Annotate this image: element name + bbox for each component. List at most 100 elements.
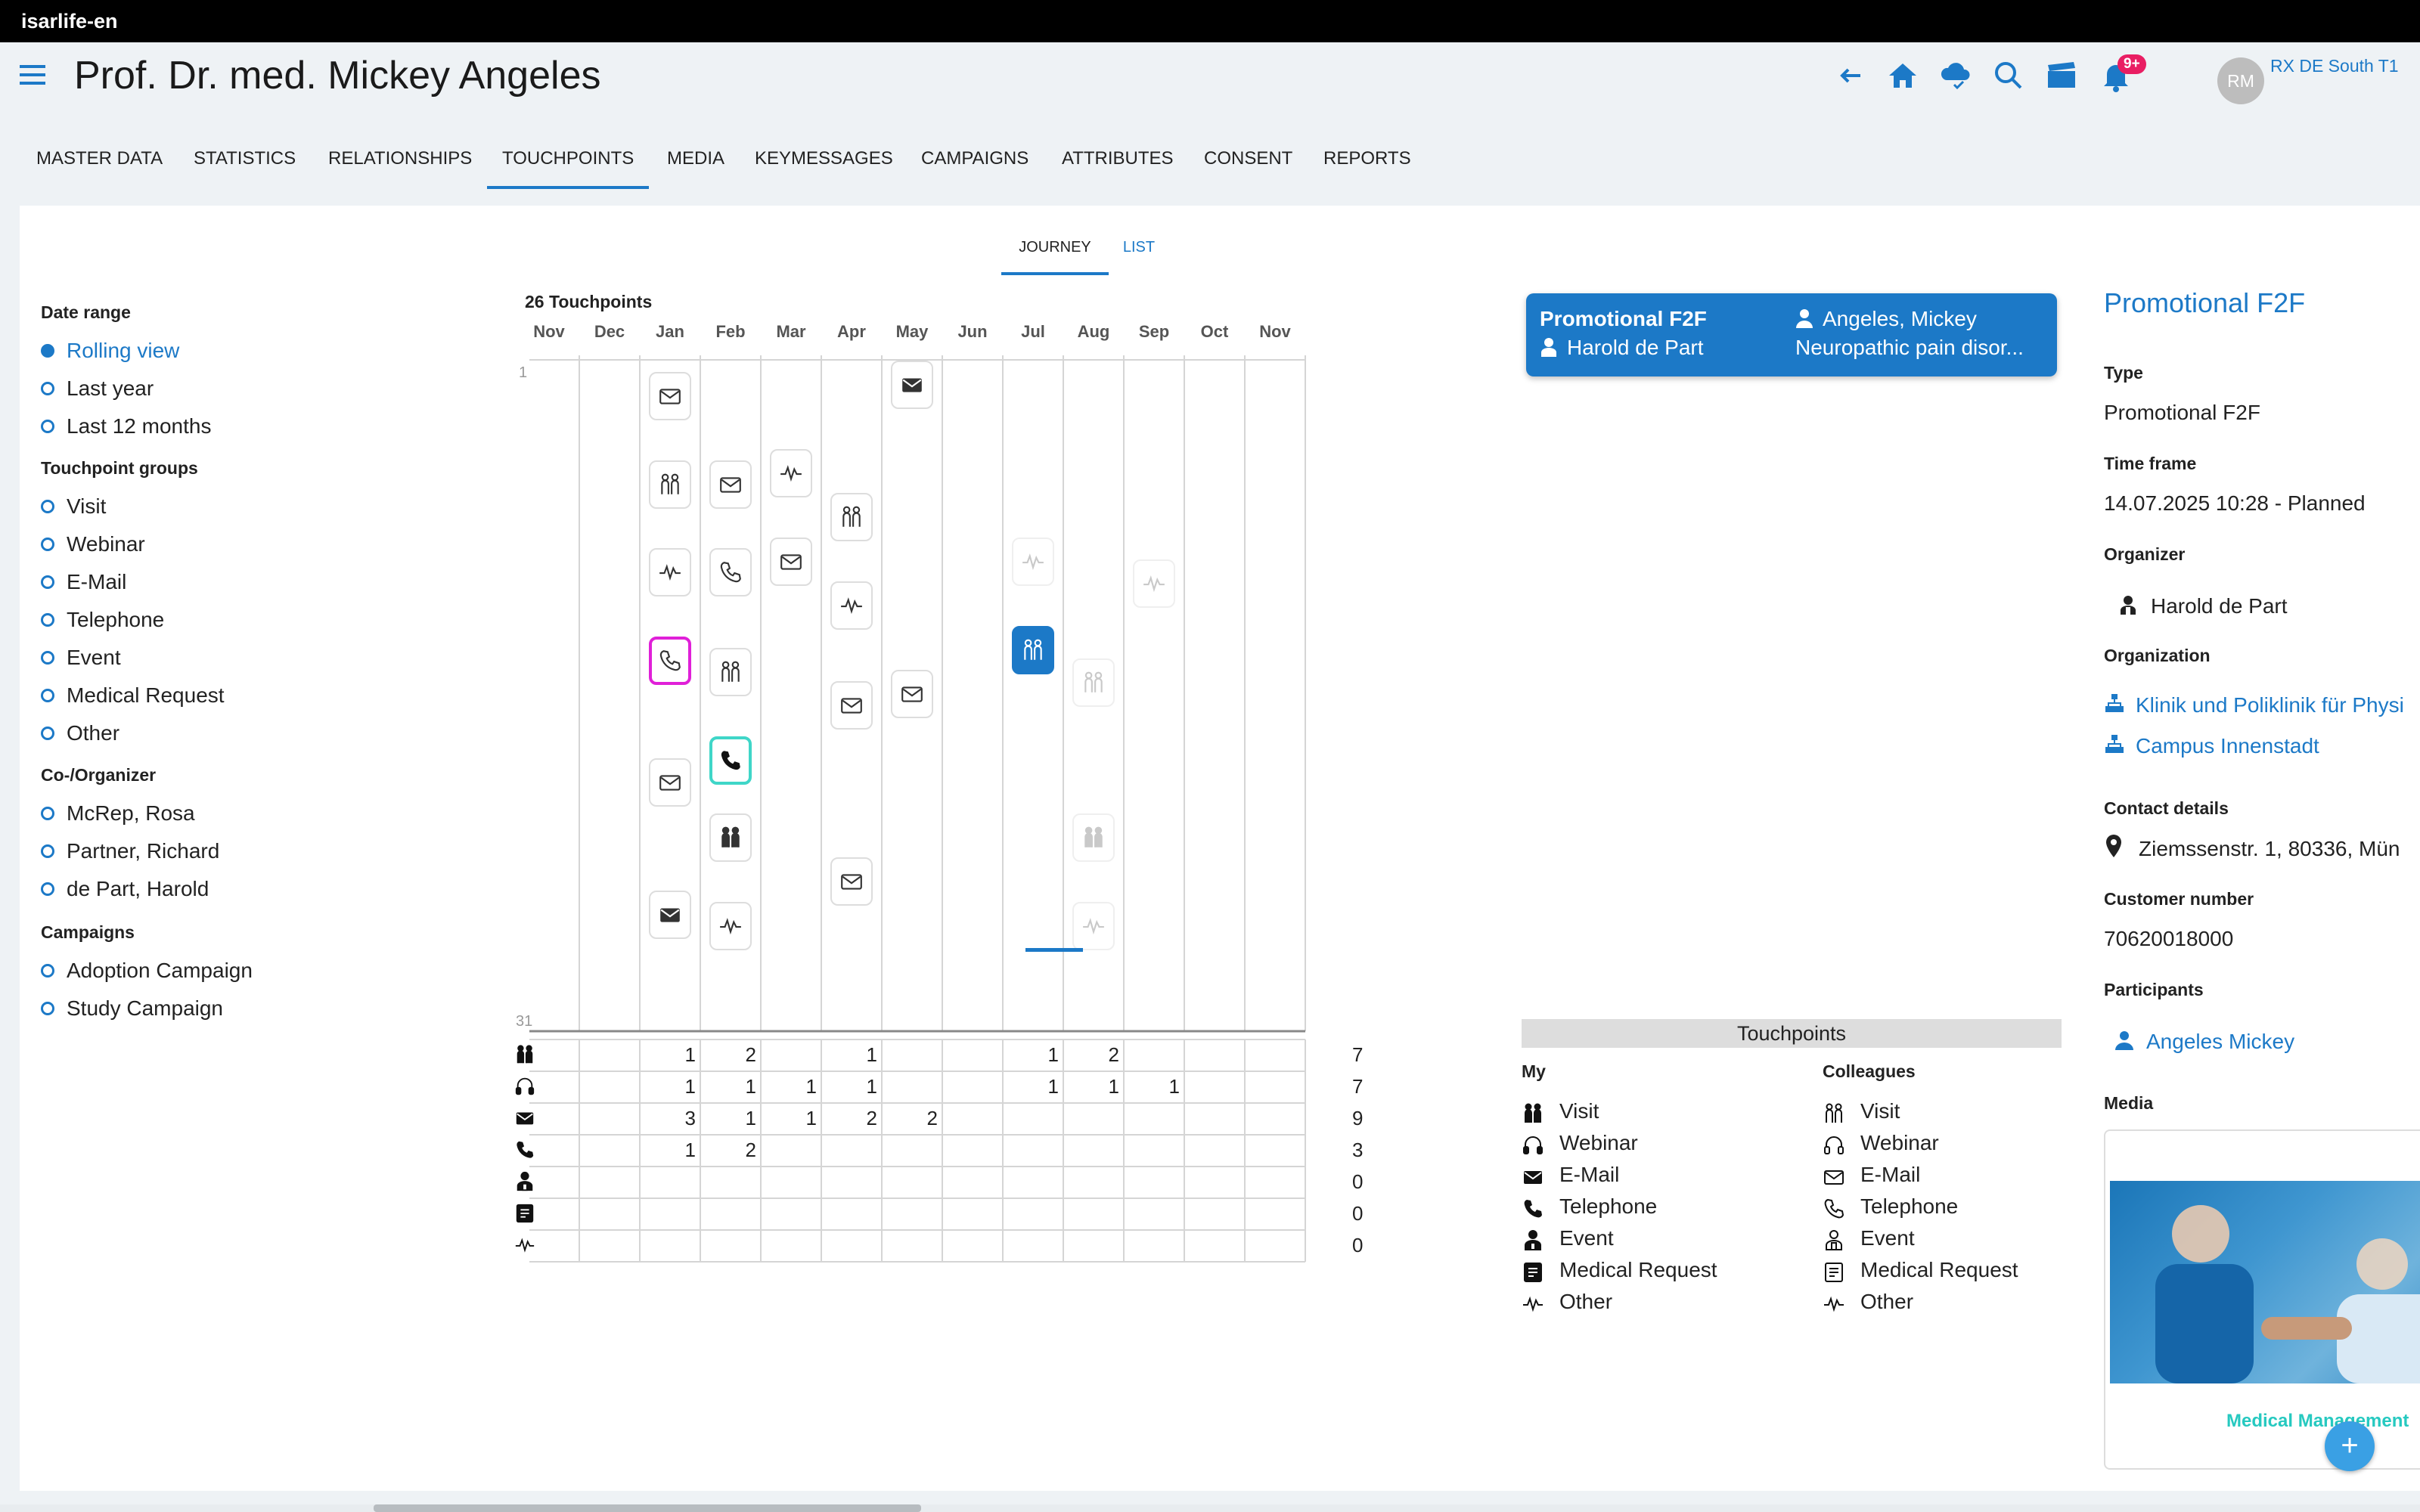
filter-last-year[interactable]: Last year — [41, 376, 154, 401]
touchpoint-telephone-icon[interactable] — [709, 548, 752, 597]
touchpoint-other-icon[interactable] — [649, 548, 691, 597]
filter-visit[interactable]: Visit — [41, 494, 106, 519]
filter-mcrep-rosa[interactable]: McRep, Rosa — [41, 801, 195, 826]
tab-media[interactable]: MEDIA — [667, 136, 724, 189]
stats-cell — [1245, 1040, 1305, 1070]
legend-label: Webinar — [1559, 1131, 1638, 1154]
participant-link[interactable]: Angeles Mickey — [2114, 1030, 2294, 1054]
avatar[interactable]: RM — [2217, 57, 2264, 104]
touchpoint-email-icon[interactable] — [891, 361, 933, 410]
notification-badge: 9+ — [2118, 54, 2146, 74]
touchpoint-visit-icon[interactable] — [1072, 813, 1115, 862]
subtab-journey[interactable]: JOURNEY — [1001, 234, 1109, 275]
touchpoint-email-icon[interactable] — [709, 460, 752, 509]
tab-statistics[interactable]: STATISTICS — [194, 136, 296, 189]
filter-event[interactable]: Event — [41, 646, 121, 670]
add-fab-button[interactable]: + — [2325, 1421, 2375, 1471]
menu-icon[interactable] — [18, 62, 48, 89]
stats-cell — [640, 1198, 700, 1228]
touchpoint-email-icon[interactable] — [649, 371, 691, 420]
horizontal-scrollbar[interactable] — [0, 1504, 2420, 1512]
tab-reports[interactable]: REPORTS — [1323, 136, 1411, 189]
legend-my-heading: My — [1522, 1061, 1546, 1081]
tab-relationships[interactable]: RELATIONSHIPS — [328, 136, 472, 189]
stats-cell — [579, 1167, 640, 1197]
touchpoint-email-icon[interactable] — [649, 891, 691, 939]
stats-cell: 3 — [684, 1107, 696, 1129]
touchpoint-visit-icon[interactable] — [1012, 625, 1054, 674]
filter-last-12-months[interactable]: Last 12 months — [41, 414, 211, 438]
touchpoint-email-icon[interactable] — [830, 680, 873, 730]
touchpoint-telephone-icon[interactable] — [709, 736, 752, 785]
organization-label: Organization — [2104, 646, 2211, 665]
stats-cell: 1 — [1108, 1075, 1119, 1098]
subtab-list[interactable]: LIST — [1116, 234, 1162, 275]
stats-cell — [882, 1071, 942, 1101]
stats-cell: 1 — [684, 1043, 696, 1066]
month-label: May — [895, 322, 929, 341]
touchpoint-other-icon[interactable] — [709, 901, 752, 950]
clapperboard-icon[interactable] — [2043, 57, 2080, 94]
stats-total: 0 — [1352, 1202, 1364, 1225]
touchpoint-telephone-icon[interactable] — [649, 637, 691, 686]
search-icon[interactable] — [1990, 57, 2027, 94]
home-icon[interactable] — [1885, 57, 1921, 94]
tab-consent[interactable]: CONSENT — [1204, 136, 1292, 189]
cloud-sync-icon[interactable] — [1938, 57, 1974, 94]
touchpoint-visit-icon[interactable] — [709, 813, 752, 862]
tab-attributes[interactable]: ATTRIBUTES — [1062, 136, 1174, 189]
stats-cell: 2 — [926, 1107, 938, 1129]
touchpoint-visit-icon[interactable] — [709, 647, 752, 696]
horizontal-scrollbar-thumb[interactable] — [374, 1504, 921, 1512]
stats-cell — [761, 1230, 821, 1260]
touchpoint-email-icon[interactable] — [891, 670, 933, 718]
filter-medical-request[interactable]: Medical Request — [41, 683, 225, 708]
touchpoint-email-icon[interactable] — [770, 537, 812, 586]
stats-cell — [821, 1135, 882, 1165]
tab-master-data[interactable]: MASTER DATA — [36, 136, 163, 189]
filter-other[interactable]: Other — [41, 721, 119, 745]
touchpoint-email-icon[interactable] — [649, 758, 691, 807]
filter-adoption-campaign[interactable]: Adoption Campaign — [41, 959, 253, 983]
stats-cell — [1184, 1071, 1245, 1101]
media-thumbnail[interactable]: Medical Management — [2104, 1129, 2420, 1470]
selected-touchpoint-card[interactable]: Promotional F2F Harold de Part Angeles, … — [1526, 293, 2057, 376]
filter-webinar[interactable]: Webinar — [41, 532, 145, 556]
legend-colleagues-heading: Colleagues — [1823, 1061, 1916, 1081]
tab-keymessages[interactable]: KEYMESSAGES — [755, 136, 893, 189]
filter-telephone[interactable]: Telephone — [41, 608, 164, 632]
radio-icon — [41, 499, 54, 513]
radio-icon — [41, 963, 54, 978]
filter-label: de Part, Harold — [67, 877, 209, 900]
tab-touchpoints[interactable]: TOUCHPOINTS — [487, 136, 650, 189]
filter-label: Telephone — [67, 608, 165, 631]
filter-partner-richard[interactable]: Partner, Richard — [41, 839, 219, 863]
type-label: Type — [2104, 363, 2143, 383]
touchpoint-visit-icon[interactable] — [830, 493, 873, 542]
filter-study-campaign[interactable]: Study Campaign — [41, 996, 223, 1021]
touchpoint-other-icon[interactable] — [1072, 901, 1115, 950]
touchpoint-visit-icon[interactable] — [649, 460, 691, 509]
tab-campaigns[interactable]: CAMPAIGNS — [921, 136, 1028, 189]
touchpoint-other-icon[interactable] — [1012, 537, 1054, 586]
filter-rolling-view[interactable]: Rolling view — [41, 339, 179, 363]
stats-cell — [1184, 1167, 1245, 1197]
filter-email[interactable]: E-Mail — [41, 570, 126, 594]
stats-total: 3 — [1352, 1139, 1364, 1161]
back-arrow-icon[interactable] — [1833, 57, 1869, 94]
territory-label[interactable]: RX DE South T1 — [2270, 56, 2399, 76]
touchpoint-other-icon[interactable] — [1133, 559, 1175, 608]
stats-cell: 1 — [866, 1043, 877, 1066]
touchpoint-other-icon[interactable] — [830, 581, 873, 631]
touchpoint-other-icon[interactable] — [770, 449, 812, 497]
filter-de-part-harold[interactable]: de Part, Harold — [41, 877, 209, 901]
stats-cell — [761, 1135, 821, 1165]
organization-link-1[interactable]: Klinik und Poliklinik für Physi — [2104, 692, 2404, 717]
stats-cell — [882, 1135, 942, 1165]
touchpoint-visit-icon[interactable] — [1072, 658, 1115, 708]
organizer-value: Harold de Part — [2119, 594, 2288, 618]
organization-link-2[interactable]: Campus Innenstadt — [2104, 733, 2319, 758]
radio-icon — [41, 612, 54, 627]
touchpoint-email-icon[interactable] — [830, 857, 873, 906]
window-title: isarlife-en — [0, 0, 2420, 42]
